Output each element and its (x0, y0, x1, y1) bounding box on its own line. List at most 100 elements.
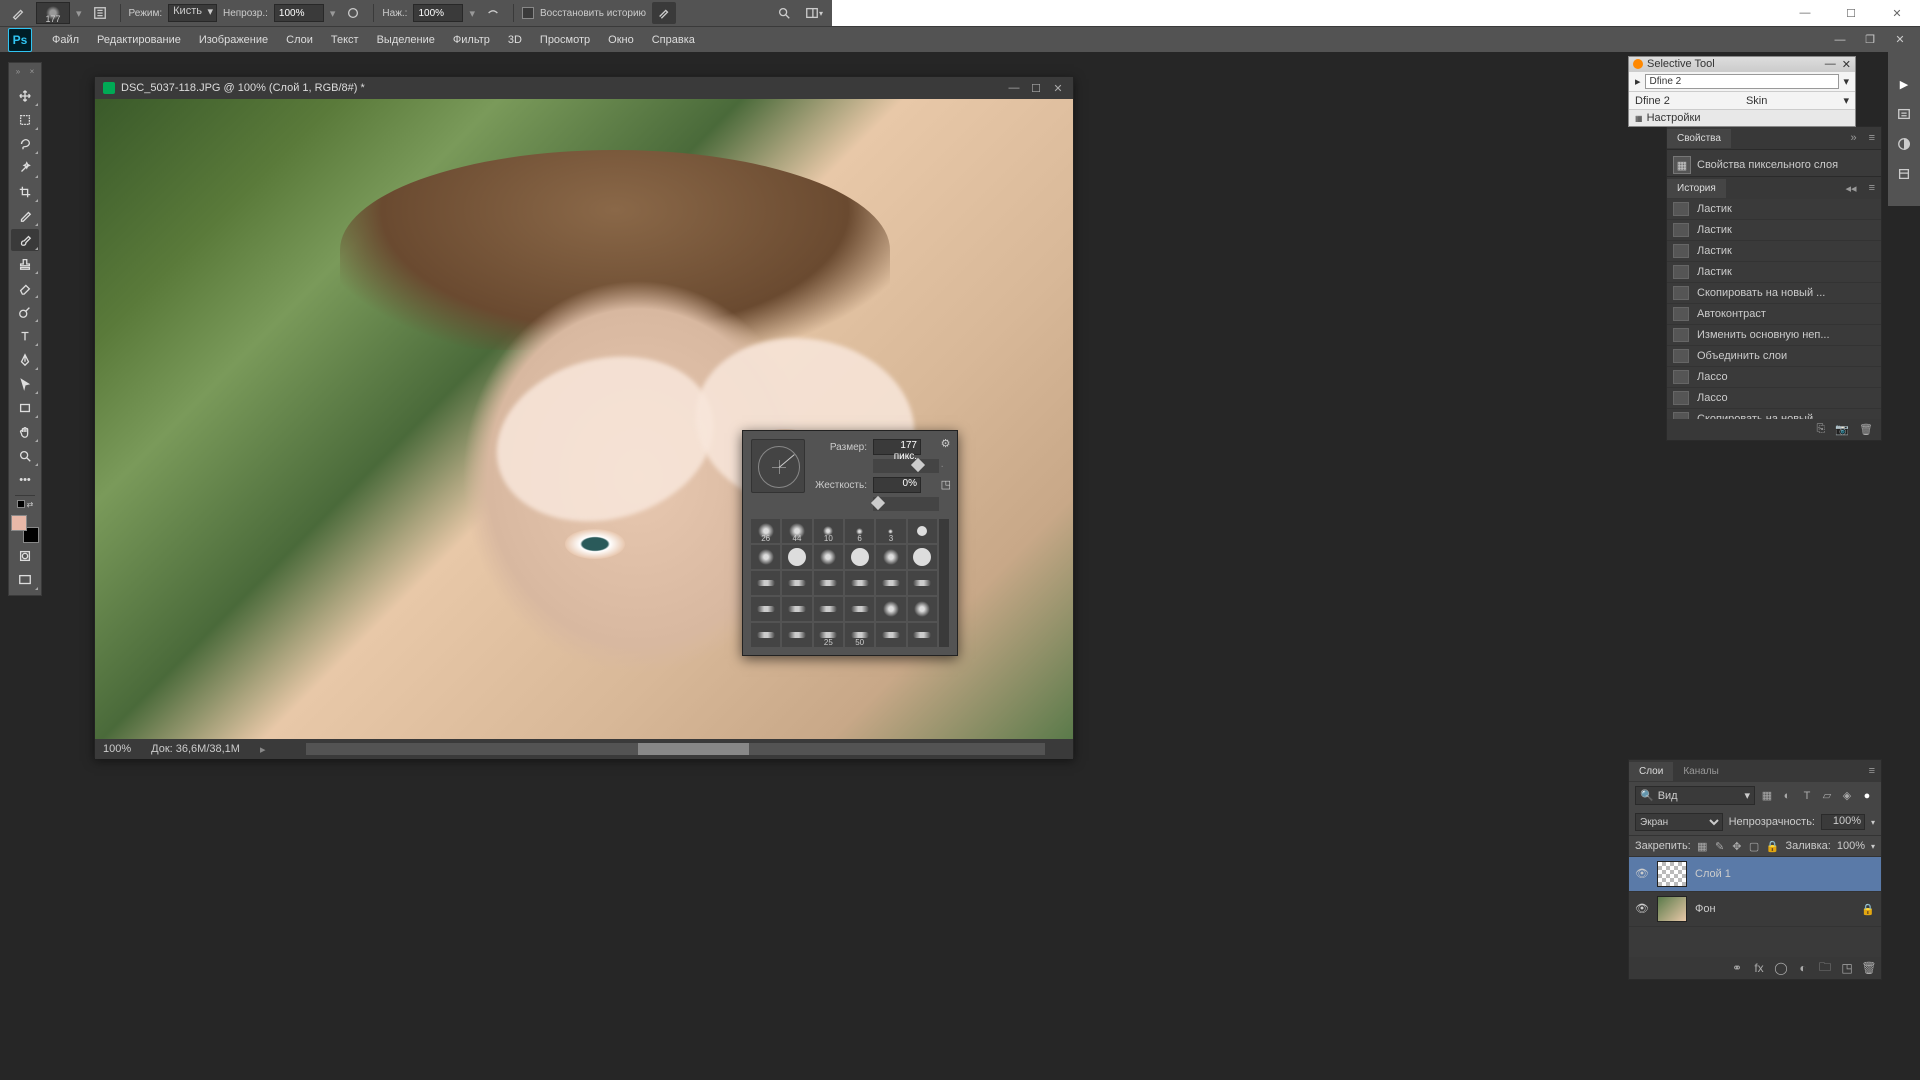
pen-tool[interactable] (11, 349, 39, 371)
lock-pixels-icon[interactable]: ✎ (1714, 839, 1725, 853)
history-panel-icon[interactable] (1892, 102, 1916, 126)
history-item[interactable]: Лассо (1667, 388, 1881, 409)
brush-panel-toggle-icon[interactable] (88, 2, 112, 24)
selective-preset-select[interactable]: Dfine 2 (1645, 74, 1840, 89)
adjustments-panel-icon[interactable] (1892, 132, 1916, 156)
eraser-tool[interactable] (11, 277, 39, 299)
history-item[interactable]: Ластик (1667, 220, 1881, 241)
brush-preset[interactable] (751, 623, 780, 647)
filter-smart-icon[interactable]: ◈ (1839, 788, 1855, 804)
brush-preset[interactable]: 10 (814, 519, 843, 543)
panel-menu-icon[interactable]: ≡ (1863, 765, 1881, 777)
visibility-toggle-icon[interactable]: 👁 (1635, 902, 1649, 916)
blend-mode-select[interactable]: Кисть ▾ (168, 4, 217, 22)
restore-history-checkbox[interactable] (522, 7, 534, 19)
menu-layers[interactable]: Слои (278, 30, 321, 50)
stamp-tool[interactable] (11, 253, 39, 275)
brush-preset[interactable] (782, 571, 811, 595)
menu-edit[interactable]: Редактирование (89, 30, 189, 50)
history-tab[interactable]: История (1667, 179, 1726, 198)
brush-preset[interactable] (782, 597, 811, 621)
window-maximize-button[interactable]: ☐ (1828, 0, 1874, 26)
brush-size-slider[interactable] (873, 459, 939, 473)
window-close-button[interactable]: ✕ (1874, 0, 1920, 26)
history-item[interactable]: Ластик (1667, 262, 1881, 283)
brush-preview-dropdown[interactable]: 177 (36, 2, 70, 24)
menu-view[interactable]: Просмотр (532, 30, 598, 50)
layer-name[interactable]: Слой 1 (1695, 868, 1731, 880)
menu-window[interactable]: Окно (600, 30, 642, 50)
history-item[interactable]: Изменить основную неп... (1667, 325, 1881, 346)
history-item[interactable]: Скопировать на новый ... (1667, 283, 1881, 304)
collapse-icon[interactable]: » (16, 67, 20, 79)
channels-tab[interactable]: Каналы (1673, 762, 1729, 781)
brush-preset[interactable] (814, 545, 843, 569)
brush-preset[interactable] (876, 545, 905, 569)
libraries-panel-icon[interactable] (1892, 162, 1916, 186)
tool-preset-icon[interactable] (6, 2, 30, 24)
adjustment-layer-icon[interactable]: ◐ (1795, 961, 1811, 975)
crop-tool[interactable] (11, 181, 39, 203)
edit-toolbar-icon[interactable]: ••• (11, 469, 39, 491)
doc-minimize-button[interactable]: — (1007, 81, 1021, 95)
layer-opacity-input[interactable]: 100% (1821, 814, 1865, 830)
menu-filter[interactable]: Фильтр (445, 30, 498, 50)
brush-preset[interactable] (814, 597, 843, 621)
zoom-tool[interactable] (11, 445, 39, 467)
filter-pixel-icon[interactable]: ▦ (1759, 788, 1775, 804)
hand-tool[interactable] (11, 421, 39, 443)
menu-text[interactable]: Текст (323, 30, 367, 50)
selective-settings-link[interactable]: Настройки (1647, 112, 1701, 124)
app-minimize-button[interactable]: — (1826, 30, 1854, 50)
marquee-tool[interactable] (11, 109, 39, 131)
add-mask-icon[interactable]: ◯ (1773, 961, 1789, 975)
layer-fx-icon[interactable]: fx (1751, 961, 1767, 975)
fill-input[interactable]: 100% (1837, 840, 1865, 852)
doc-close-button[interactable]: ✕ (1051, 81, 1065, 95)
brush-preset[interactable]: 26 (751, 519, 780, 543)
menu-help[interactable]: Справка (644, 30, 703, 50)
menu-3d[interactable]: 3D (500, 30, 530, 50)
move-tool[interactable] (11, 85, 39, 107)
visibility-toggle-icon[interactable]: 👁 (1635, 867, 1649, 881)
brush-preset[interactable]: 25 (814, 623, 843, 647)
brush-preset[interactable] (908, 571, 937, 595)
flow-input[interactable] (413, 4, 463, 22)
properties-tab[interactable]: Свойства (1667, 129, 1731, 148)
document-tab[interactable]: DSC_5037-118.JPG @ 100% (Слой 1, RGB/8#)… (95, 77, 1073, 99)
history-item[interactable]: Лассо (1667, 367, 1881, 388)
brush-preset[interactable] (845, 597, 874, 621)
layer-item[interactable]: 👁 Фон 🔒 (1629, 892, 1881, 927)
path-select-tool[interactable] (11, 373, 39, 395)
panel-menu-icon[interactable]: ≡ (1863, 182, 1881, 194)
eyedropper-tool[interactable] (11, 205, 39, 227)
selective-tool-window[interactable]: Selective Tool—✕ ▸Dfine 2▾ Dfine 2Skin▾ … (1628, 56, 1856, 127)
history-item[interactable]: Объединить слои (1667, 346, 1881, 367)
brush-preset[interactable]: 50 (845, 623, 874, 647)
preset-scrollbar[interactable] (939, 519, 949, 647)
delete-layer-icon[interactable]: 🗑 (1861, 961, 1877, 975)
layer-thumbnail[interactable] (1657, 861, 1687, 887)
brush-preset[interactable] (908, 623, 937, 647)
brush-preset[interactable] (751, 597, 780, 621)
new-brush-preset-icon[interactable]: ◳ (941, 478, 951, 491)
menu-image[interactable]: Изображение (191, 30, 276, 50)
brush-preset[interactable] (908, 545, 937, 569)
quick-mask-icon[interactable] (11, 545, 39, 567)
app-close-button[interactable]: ✕ (1886, 30, 1914, 50)
filter-adjust-icon[interactable]: ◐ (1779, 788, 1795, 804)
app-restore-button[interactable]: ❐ (1856, 30, 1884, 50)
brush-preset[interactable] (876, 571, 905, 595)
menu-select[interactable]: Выделение (369, 30, 443, 50)
brush-preset[interactable]: 3 (876, 519, 905, 543)
panel-collapse-icon[interactable]: ◂◂ (1840, 182, 1863, 195)
brush-preset[interactable] (845, 545, 874, 569)
brush-angle-picker[interactable] (751, 439, 805, 493)
lock-artboard-icon[interactable]: ▢ (1749, 839, 1760, 853)
airbrush-icon[interactable] (481, 2, 505, 24)
brush-preset[interactable]: 44 (782, 519, 811, 543)
brush-preset[interactable] (845, 571, 874, 595)
brush-preset[interactable] (876, 623, 905, 647)
brush-preset[interactable] (908, 597, 937, 621)
lock-position-icon[interactable]: ✥ (1731, 839, 1742, 853)
